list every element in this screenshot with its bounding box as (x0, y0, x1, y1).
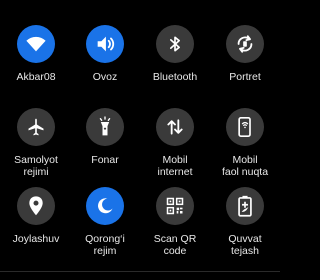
moon-icon (98, 198, 113, 214)
airplane-icon (28, 118, 44, 136)
dark-mode-toggle-button[interactable] (86, 187, 124, 225)
wifi-icon (26, 36, 46, 52)
tile-label: Mobil faol nuqta (221, 154, 269, 178)
tile-wifi[interactable]: Akbar08 (4, 25, 68, 83)
wifi-toggle-button[interactable] (17, 25, 55, 63)
tile-portrait[interactable]: Portret (213, 25, 277, 83)
location-icon (29, 196, 43, 216)
tile-label: Fonar (91, 154, 119, 166)
tile-label: Mobil internet (157, 154, 193, 178)
hotspot-icon (238, 117, 251, 137)
tile-battery-saver[interactable]: Quvvat tejash (213, 187, 277, 257)
tile-flashlight[interactable]: Fonar (73, 108, 137, 166)
rotate-icon (237, 35, 253, 53)
bluetooth-toggle-button[interactable] (156, 25, 194, 63)
tile-airplane-mode[interactable]: Samolyot rejimi (4, 108, 68, 178)
tile-sound[interactable]: Ovoz (73, 25, 137, 83)
tile-label: Quvvat tejash (228, 233, 262, 257)
tile-label: Samolyot rejimi (14, 154, 58, 178)
airplane-mode-toggle-button[interactable] (17, 108, 55, 146)
hotspot-toggle-button[interactable] (226, 108, 264, 146)
tile-label: Ovoz (92, 71, 118, 83)
tile-label: Qorong‘i rejim (85, 233, 125, 257)
battery-saver-toggle-button[interactable] (226, 187, 264, 225)
bluetooth-icon (170, 36, 180, 52)
sound-toggle-button[interactable] (86, 25, 124, 63)
tile-dark-mode[interactable]: Qorong‘i rejim (73, 187, 137, 257)
battery-saver-icon (238, 195, 252, 217)
tile-hotspot[interactable]: Mobil faol nuqta (213, 108, 277, 178)
tile-mobile-data[interactable]: Mobil internet (143, 108, 207, 178)
portrait-toggle-button[interactable] (226, 25, 264, 63)
tile-label: Akbar08 (16, 71, 56, 83)
mobile-data-icon (167, 119, 183, 135)
tile-label: Bluetooth (152, 71, 198, 83)
location-toggle-button[interactable] (17, 187, 55, 225)
tile-label: Scan QR code (153, 233, 197, 257)
scan-qr-button[interactable] (156, 187, 194, 225)
flashlight-icon (99, 116, 111, 136)
mobile-data-toggle-button[interactable] (156, 108, 194, 146)
tile-location[interactable]: Joylashuv (4, 187, 68, 245)
flashlight-toggle-button[interactable] (86, 108, 124, 146)
tile-label: Portret (229, 71, 261, 83)
tile-scan-qr[interactable]: Scan QR code (143, 187, 207, 257)
qr-code-icon (166, 197, 184, 215)
panel-divider (0, 271, 280, 272)
tile-label: Joylashuv (12, 233, 60, 245)
volume-icon (97, 36, 115, 52)
tile-bluetooth[interactable]: Bluetooth (143, 25, 207, 83)
